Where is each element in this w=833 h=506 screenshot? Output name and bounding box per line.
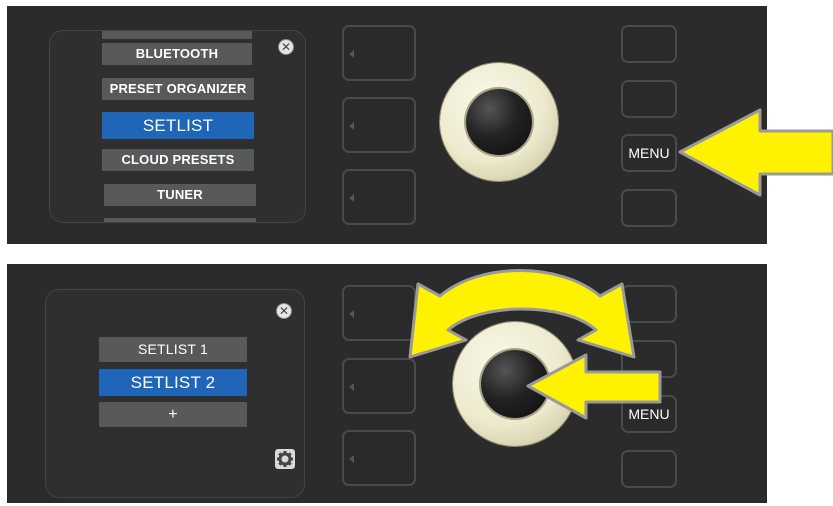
rotate-arrow-icon [408, 269, 636, 359]
annotation-overlay [408, 108, 833, 420]
pointer-arrow-icon [678, 108, 833, 197]
press-arrow-icon [526, 353, 662, 420]
